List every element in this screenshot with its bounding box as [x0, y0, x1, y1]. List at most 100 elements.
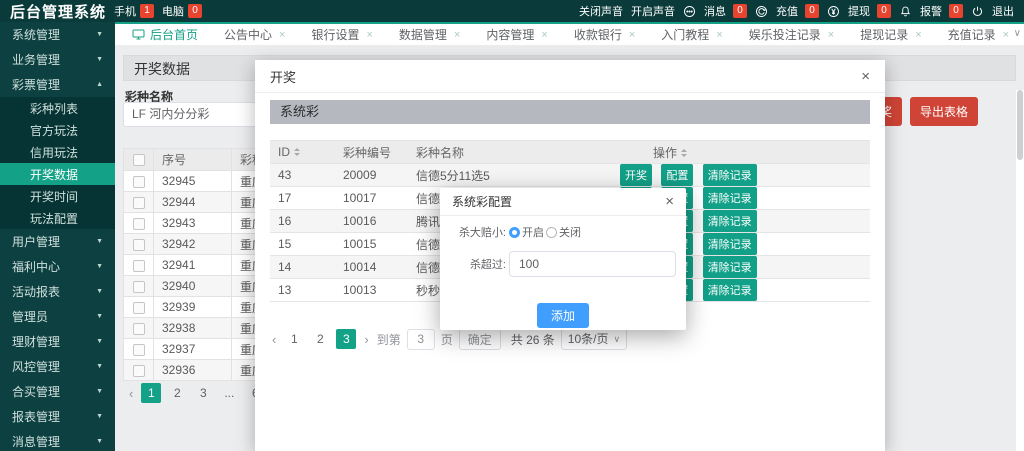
modal-jump-page-input[interactable]: [407, 329, 435, 350]
tab[interactable]: 公告中心 ×: [211, 24, 298, 45]
radio-off-icon[interactable]: [546, 227, 557, 238]
row-checkbox[interactable]: [133, 260, 145, 272]
sidebar-item[interactable]: 消息管理 ▼: [0, 429, 115, 451]
sound-off-link[interactable]: 关闭声音: [579, 3, 623, 19]
radio-on-label[interactable]: 开启: [522, 224, 544, 240]
row-checkbox[interactable]: [133, 365, 145, 377]
tab-close-icon[interactable]: ×: [629, 29, 635, 41]
row-checkbox[interactable]: [133, 344, 145, 356]
sidebar-item[interactable]: 信用玩法: [0, 141, 115, 163]
clear-records-button[interactable]: 清除记录: [703, 233, 757, 255]
sidebar-item[interactable]: 合买管理 ▼: [0, 379, 115, 404]
withdraw-item[interactable]: 提现 0: [848, 3, 891, 19]
sidebar-item[interactable]: 业务管理 ▼: [0, 47, 115, 72]
page-number-button[interactable]: 3: [193, 383, 213, 403]
row-checkbox[interactable]: [133, 281, 145, 293]
tab[interactable]: 充值记录 ×: [935, 24, 1022, 45]
row-checkbox[interactable]: [133, 323, 145, 335]
sidebar-item[interactable]: 福利中心 ▼: [0, 254, 115, 279]
scrollbar-thumb[interactable]: [1017, 90, 1023, 160]
select-all-checkbox[interactable]: [133, 154, 145, 166]
clear-records-button[interactable]: 清除记录: [703, 187, 757, 209]
radio-on-icon[interactable]: [509, 227, 520, 238]
add-button[interactable]: 添加: [537, 303, 589, 328]
recharge-icon[interactable]: [755, 5, 768, 18]
sidebar-item[interactable]: 风控管理 ▼: [0, 354, 115, 379]
row-checkbox[interactable]: [133, 218, 145, 230]
tab-close-icon[interactable]: ×: [541, 29, 547, 41]
logout-link[interactable]: 退出: [992, 3, 1014, 19]
power-icon[interactable]: [971, 5, 984, 18]
row-checkbox[interactable]: [133, 302, 145, 314]
seq-cell: 32941: [154, 255, 232, 276]
row-checkbox[interactable]: [133, 176, 145, 188]
draw-button[interactable]: 开奖: [620, 164, 652, 186]
sidebar-item[interactable]: 活动报表 ▼: [0, 279, 115, 304]
tab[interactable]: 收款银行 ×: [561, 24, 648, 45]
clear-records-button[interactable]: 清除记录: [703, 279, 757, 301]
sidebar-item[interactable]: 开奖数据: [0, 163, 115, 185]
sidebar-item[interactable]: 系统管理 ▼: [0, 22, 115, 47]
modal-next-page-button[interactable]: ›: [362, 332, 370, 347]
sidebar-item[interactable]: 管理员 ▼: [0, 304, 115, 329]
page-number-button[interactable]: 1: [141, 383, 161, 403]
page-size-select[interactable]: 10条/页 ∨: [561, 328, 627, 350]
tab[interactable]: 后台首页 ×: [119, 24, 211, 45]
tab-close-icon[interactable]: ×: [279, 29, 285, 41]
prev-page-button[interactable]: ‹: [127, 386, 135, 401]
tab[interactable]: 提现记录 ×: [847, 24, 934, 45]
tab-close-icon[interactable]: ×: [454, 29, 460, 41]
modal-page-number-button[interactable]: 1: [284, 329, 304, 349]
sidebar-item[interactable]: 开奖时间: [0, 185, 115, 207]
modal-page-number-button[interactable]: 2: [310, 329, 330, 349]
sidebar-item[interactable]: 官方玩法: [0, 119, 115, 141]
op-column-header[interactable]: 操作: [545, 141, 870, 164]
config-button[interactable]: 配置: [661, 164, 693, 186]
tab-close-icon[interactable]: ×: [828, 29, 834, 41]
alarm-count-badge: 0: [949, 4, 963, 18]
modal-confirm-page-button[interactable]: 确定: [459, 328, 501, 350]
withdraw-icon[interactable]: [827, 5, 840, 18]
sound-on-link[interactable]: 开启声音: [631, 3, 675, 19]
recharge-label: 充值: [776, 3, 798, 19]
radio-off-label[interactable]: 关闭: [559, 224, 581, 240]
tab-close-icon[interactable]: ×: [366, 29, 372, 41]
tab-close-icon[interactable]: ×: [1003, 29, 1009, 41]
modal-page-number-button[interactable]: 3: [336, 329, 356, 349]
sort-icon[interactable]: [681, 146, 687, 160]
bell-icon[interactable]: [899, 5, 912, 18]
kill-exceed-input[interactable]: [509, 251, 676, 277]
page-number-button[interactable]: ...: [219, 383, 239, 403]
export-table-button[interactable]: 导出表格: [910, 97, 978, 126]
tab-close-icon[interactable]: ×: [716, 29, 722, 41]
modal-prev-page-button[interactable]: ‹: [270, 332, 278, 347]
tab[interactable]: 银行设置 ×: [298, 24, 385, 45]
clear-records-button[interactable]: 清除记录: [703, 256, 757, 278]
tab-overflow-chevron-icon[interactable]: ∨: [1014, 28, 1021, 39]
sidebar-item[interactable]: 用户管理 ▼: [0, 229, 115, 254]
draw-modal-close-icon[interactable]: ×: [861, 69, 870, 84]
config-modal-close-icon[interactable]: ×: [665, 194, 674, 209]
message-icon[interactable]: [683, 5, 696, 18]
row-checkbox[interactable]: [133, 197, 145, 209]
sidebar-item[interactable]: 彩票管理 ▲: [0, 72, 115, 97]
sort-icon[interactable]: [294, 145, 300, 159]
tab-close-icon[interactable]: ×: [915, 29, 921, 41]
sidebar-item[interactable]: 报表管理 ▼: [0, 404, 115, 429]
tab[interactable]: 娱乐投注记录 ×: [736, 24, 847, 45]
tab[interactable]: 入门教程 ×: [648, 24, 735, 45]
sidebar-item[interactable]: 彩种列表: [0, 97, 115, 119]
recharge-item[interactable]: 充值 0: [776, 3, 819, 19]
alarm-item[interactable]: 报警 0: [920, 3, 963, 19]
sidebar-item[interactable]: 理财管理 ▼: [0, 329, 115, 354]
id-column-header[interactable]: ID: [270, 141, 335, 164]
tab[interactable]: 内容管理 ×: [473, 24, 560, 45]
tab[interactable]: 数据管理 ×: [386, 24, 473, 45]
vertical-scrollbar[interactable]: [1016, 90, 1024, 451]
message-item[interactable]: 消息 0: [704, 3, 747, 19]
clear-records-button[interactable]: 清除记录: [703, 164, 757, 186]
clear-records-button[interactable]: 清除记录: [703, 210, 757, 232]
row-checkbox[interactable]: [133, 239, 145, 251]
sidebar-item[interactable]: 玩法配置: [0, 207, 115, 229]
page-number-button[interactable]: 2: [167, 383, 187, 403]
